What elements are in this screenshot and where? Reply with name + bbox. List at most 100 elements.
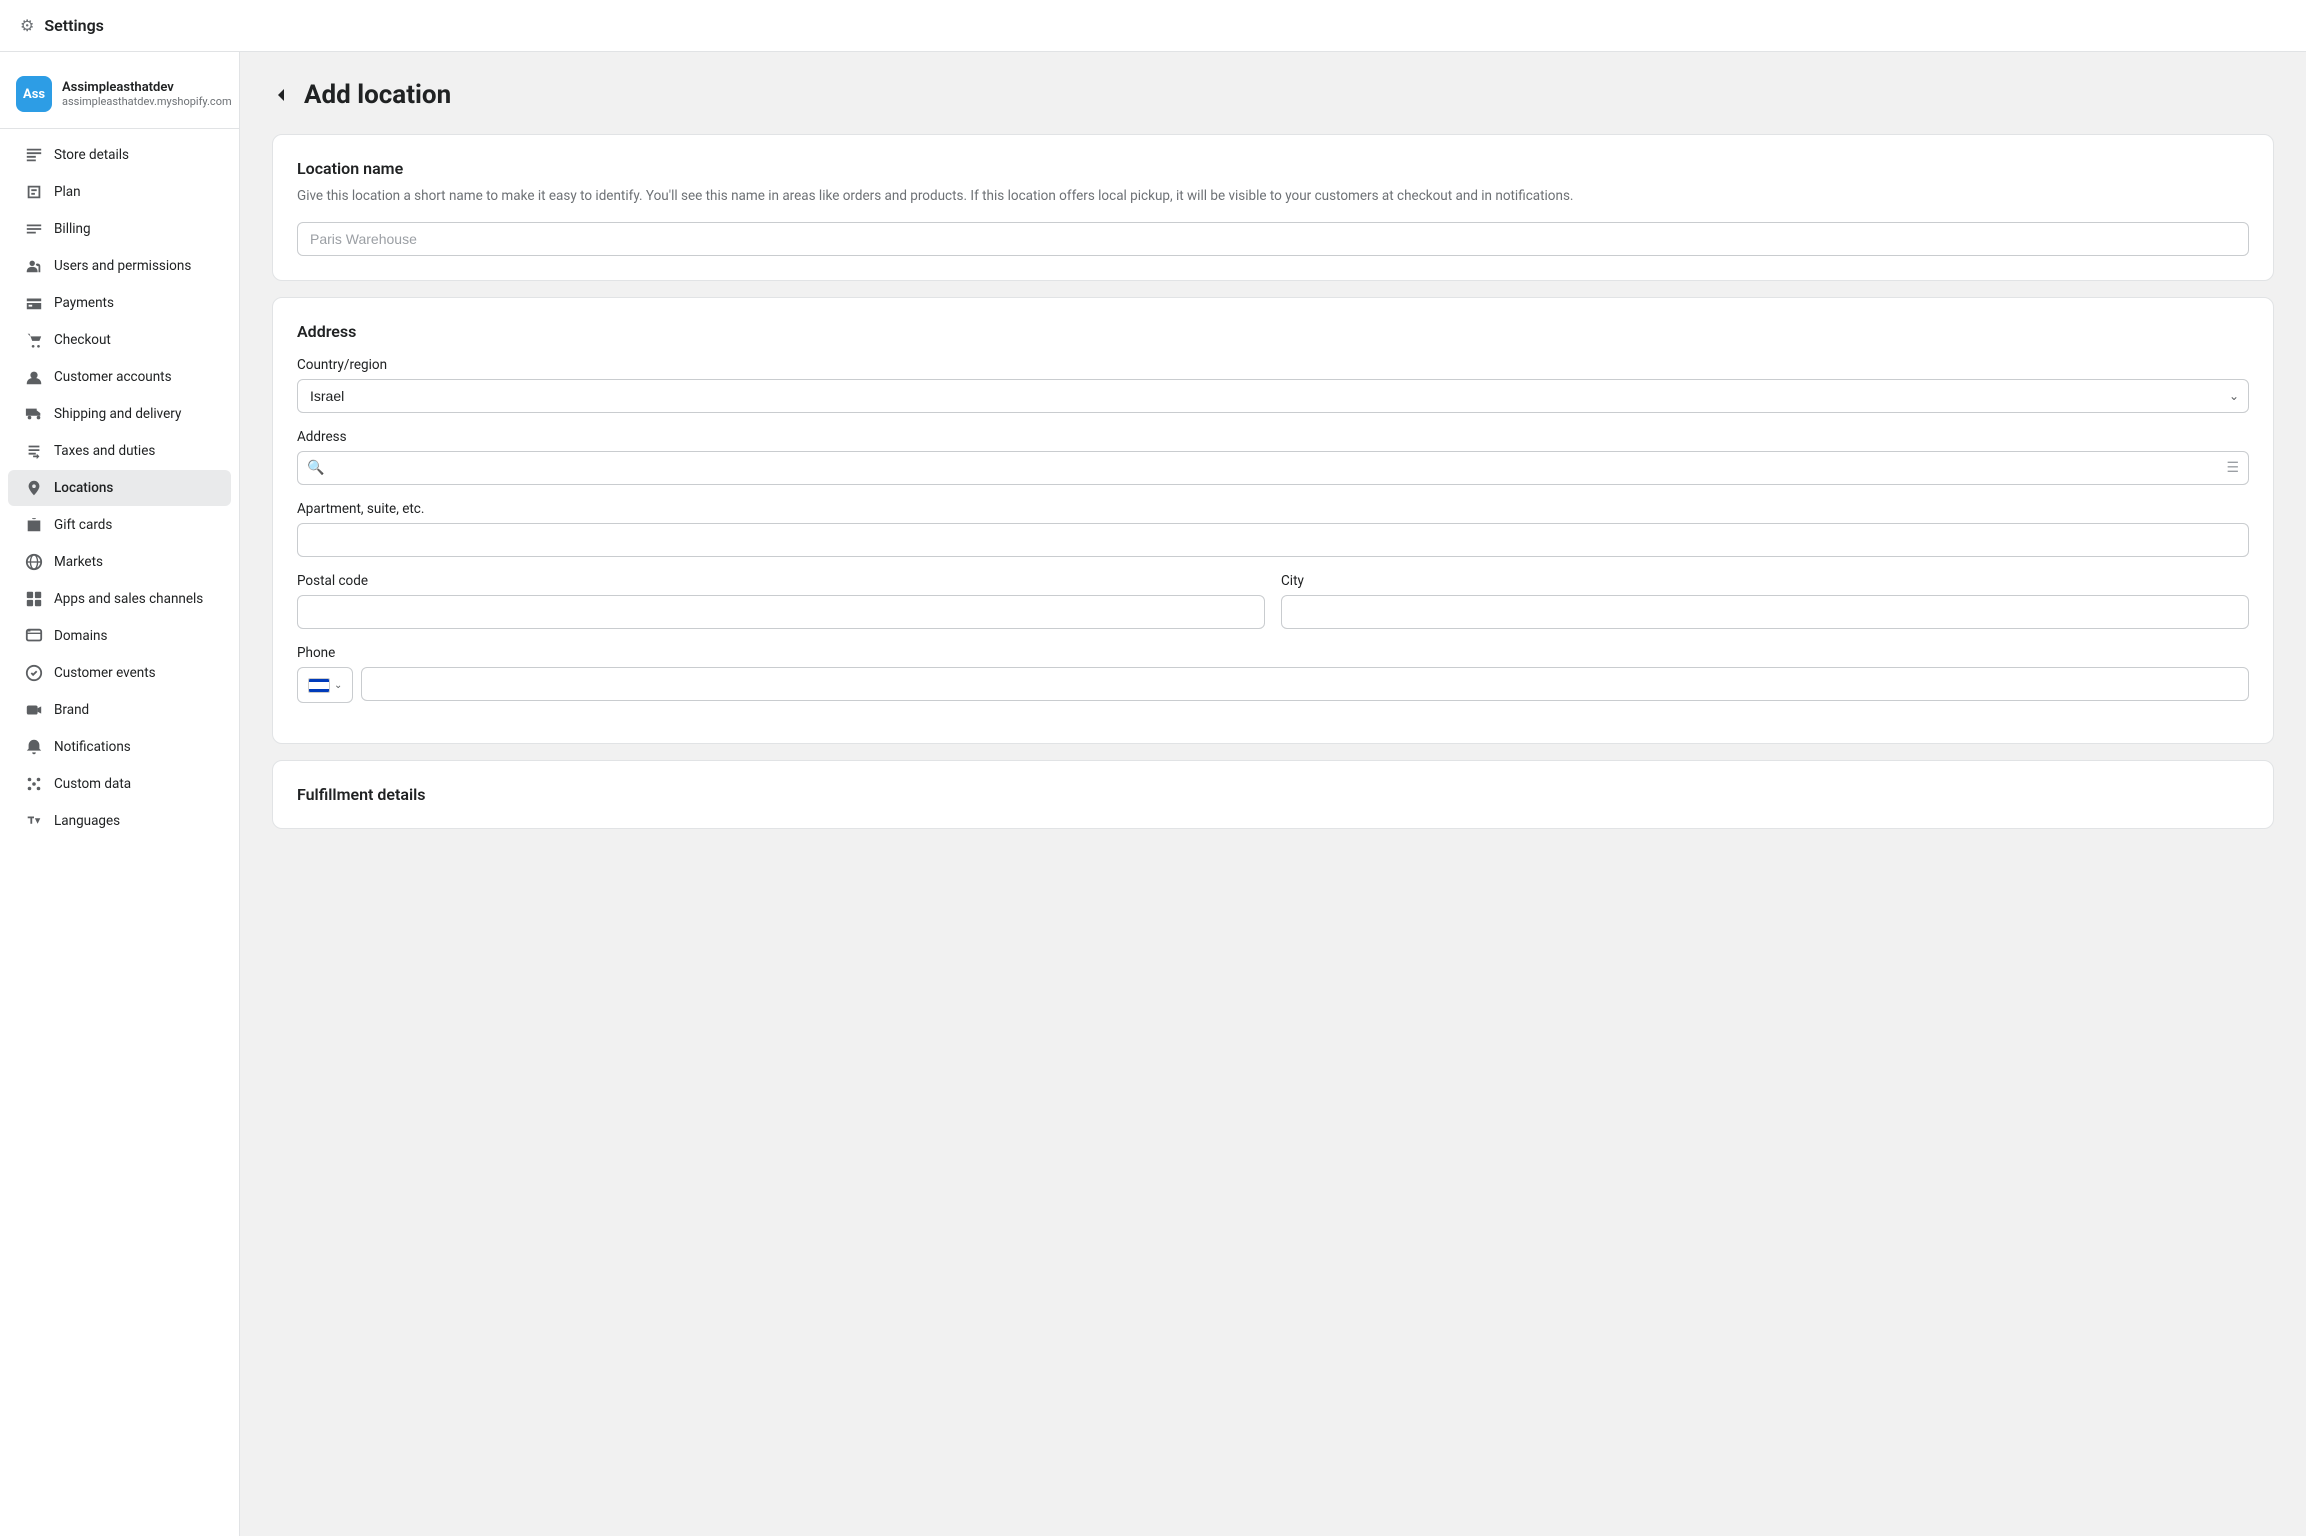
- sidebar-item-notifications[interactable]: Notifications: [8, 729, 231, 765]
- phone-flag-button[interactable]: ⌄: [297, 667, 353, 703]
- sidebar-item-billing[interactable]: Billing: [8, 211, 231, 247]
- top-bar-title: Settings: [44, 16, 104, 35]
- sidebar-item-customer-events[interactable]: Customer events: [8, 655, 231, 691]
- billing-icon: [24, 219, 44, 239]
- phone-chevron-icon: ⌄: [334, 680, 342, 691]
- sidebar-item-payments[interactable]: Payments: [8, 285, 231, 321]
- postal-group: Postal code: [297, 573, 1265, 629]
- taxes-icon: [24, 441, 44, 461]
- sidebar-item-label: Languages: [54, 813, 120, 829]
- phone-input[interactable]: [361, 667, 2249, 701]
- sidebar-item-markets[interactable]: Markets: [8, 544, 231, 580]
- sidebar-item-label: Apps and sales channels: [54, 591, 203, 607]
- country-select-wrapper: // Options injected by script below Afgh…: [297, 379, 2249, 413]
- sidebar-item-label: Taxes and duties: [54, 443, 155, 459]
- sidebar-item-label: Domains: [54, 628, 107, 644]
- sidebar-item-store-details[interactable]: Store details: [8, 137, 231, 173]
- customer-accounts-icon: [24, 367, 44, 387]
- markets-icon: [24, 552, 44, 572]
- apartment-label: Apartment, suite, etc.: [297, 501, 2249, 517]
- back-button[interactable]: [272, 85, 292, 105]
- content-area: Add location Location name Give this loc…: [240, 52, 2306, 1536]
- sidebar-item-label: Store details: [54, 147, 129, 163]
- address-group: Address 🔍 ☰: [297, 429, 2249, 485]
- search-icon: 🔍: [307, 460, 324, 476]
- postal-input[interactable]: [297, 595, 1265, 629]
- fulfillment-title: Fulfillment details: [297, 785, 2249, 804]
- store-name: Assimpleasthatdev: [62, 80, 232, 95]
- phone-country-select: ⌄: [297, 667, 353, 703]
- location-icon: [24, 478, 44, 498]
- payments-icon: [24, 293, 44, 313]
- sidebar-item-label: Brand: [54, 702, 89, 718]
- sidebar: Ass Assimpleasthatdev assimpleasthatdev.…: [0, 52, 240, 1536]
- sidebar-item-label: Markets: [54, 554, 103, 570]
- store-details-icon: [24, 145, 44, 165]
- address-section-title: Address: [297, 322, 2249, 341]
- country-label: Country/region: [297, 357, 2249, 373]
- address-card: Address Country/region // Options inject…: [272, 297, 2274, 744]
- location-name-card: Location name Give this location a short…: [272, 134, 2274, 281]
- page-header: Add location: [272, 80, 2274, 110]
- fulfillment-card: Fulfillment details: [272, 760, 2274, 829]
- sidebar-item-taxes-duties[interactable]: Taxes and duties: [8, 433, 231, 469]
- sidebar-item-custom-data[interactable]: Custom data: [8, 766, 231, 802]
- phone-input-group: ⌄: [297, 667, 2249, 703]
- sidebar-item-brand[interactable]: Brand: [8, 692, 231, 728]
- address-input[interactable]: [297, 451, 2249, 485]
- brand-icon: [24, 700, 44, 720]
- sidebar-item-languages[interactable]: Languages: [8, 803, 231, 839]
- apartment-group: Apartment, suite, etc.: [297, 501, 2249, 557]
- custom-data-icon: [24, 774, 44, 794]
- store-info: Assimpleasthatdev assimpleasthatdev.mysh…: [62, 80, 232, 108]
- sidebar-item-customer-accounts[interactable]: Customer accounts: [8, 359, 231, 395]
- israel-flag: [308, 678, 330, 693]
- sidebar-item-apps-sales-channels[interactable]: Apps and sales channels: [8, 581, 231, 617]
- city-group: City: [1281, 573, 2249, 629]
- sidebar-item-shipping-delivery[interactable]: Shipping and delivery: [8, 396, 231, 432]
- top-bar: ⚙ Settings: [0, 0, 2306, 52]
- notifications-icon: [24, 737, 44, 757]
- sidebar-item-checkout[interactable]: Checkout: [8, 322, 231, 358]
- list-icon[interactable]: ☰: [2226, 460, 2239, 476]
- sidebar-item-domains[interactable]: Domains: [8, 618, 231, 654]
- address-input-wrapper: 🔍 ☰: [297, 451, 2249, 485]
- apps-icon: [24, 589, 44, 609]
- store-header: Ass Assimpleasthatdev assimpleasthatdev.…: [0, 68, 239, 129]
- sidebar-item-label: Payments: [54, 295, 114, 311]
- postal-label: Postal code: [297, 573, 1265, 589]
- phone-group: Phone ⌄: [297, 645, 2249, 703]
- location-name-card-description: Give this location a short name to make …: [297, 186, 2249, 206]
- sidebar-item-label: Notifications: [54, 739, 131, 755]
- settings-icon: ⚙: [20, 16, 34, 35]
- plan-icon: [24, 182, 44, 202]
- sidebar-item-label: Billing: [54, 221, 91, 237]
- city-input[interactable]: [1281, 595, 2249, 629]
- sidebar-item-label: Customer accounts: [54, 369, 172, 385]
- sidebar-item-label: Users and permissions: [54, 258, 191, 274]
- phone-label: Phone: [297, 645, 2249, 661]
- sidebar-item-users-permissions[interactable]: Users and permissions: [8, 248, 231, 284]
- shipping-icon: [24, 404, 44, 424]
- users-icon: [24, 256, 44, 276]
- page-title: Add location: [304, 80, 451, 110]
- languages-icon: [24, 811, 44, 831]
- sidebar-item-label: Customer events: [54, 665, 156, 681]
- domains-icon: [24, 626, 44, 646]
- address-label: Address: [297, 429, 2249, 445]
- location-name-input[interactable]: [297, 222, 2249, 256]
- sidebar-item-label: Shipping and delivery: [54, 406, 181, 422]
- sidebar-item-plan[interactable]: Plan: [8, 174, 231, 210]
- apartment-input[interactable]: [297, 523, 2249, 557]
- country-select[interactable]: // Options injected by script below Afgh…: [297, 379, 2249, 413]
- sidebar-item-label: Custom data: [54, 776, 131, 792]
- country-region-group: Country/region // Options injected by sc…: [297, 357, 2249, 413]
- checkout-icon: [24, 330, 44, 350]
- location-name-card-title: Location name: [297, 159, 2249, 178]
- city-label: City: [1281, 573, 2249, 589]
- customer-events-icon: [24, 663, 44, 683]
- sidebar-item-locations[interactable]: Locations: [8, 470, 231, 506]
- gift-cards-icon: [24, 515, 44, 535]
- sidebar-item-label: Locations: [54, 480, 113, 496]
- sidebar-item-gift-cards[interactable]: Gift cards: [8, 507, 231, 543]
